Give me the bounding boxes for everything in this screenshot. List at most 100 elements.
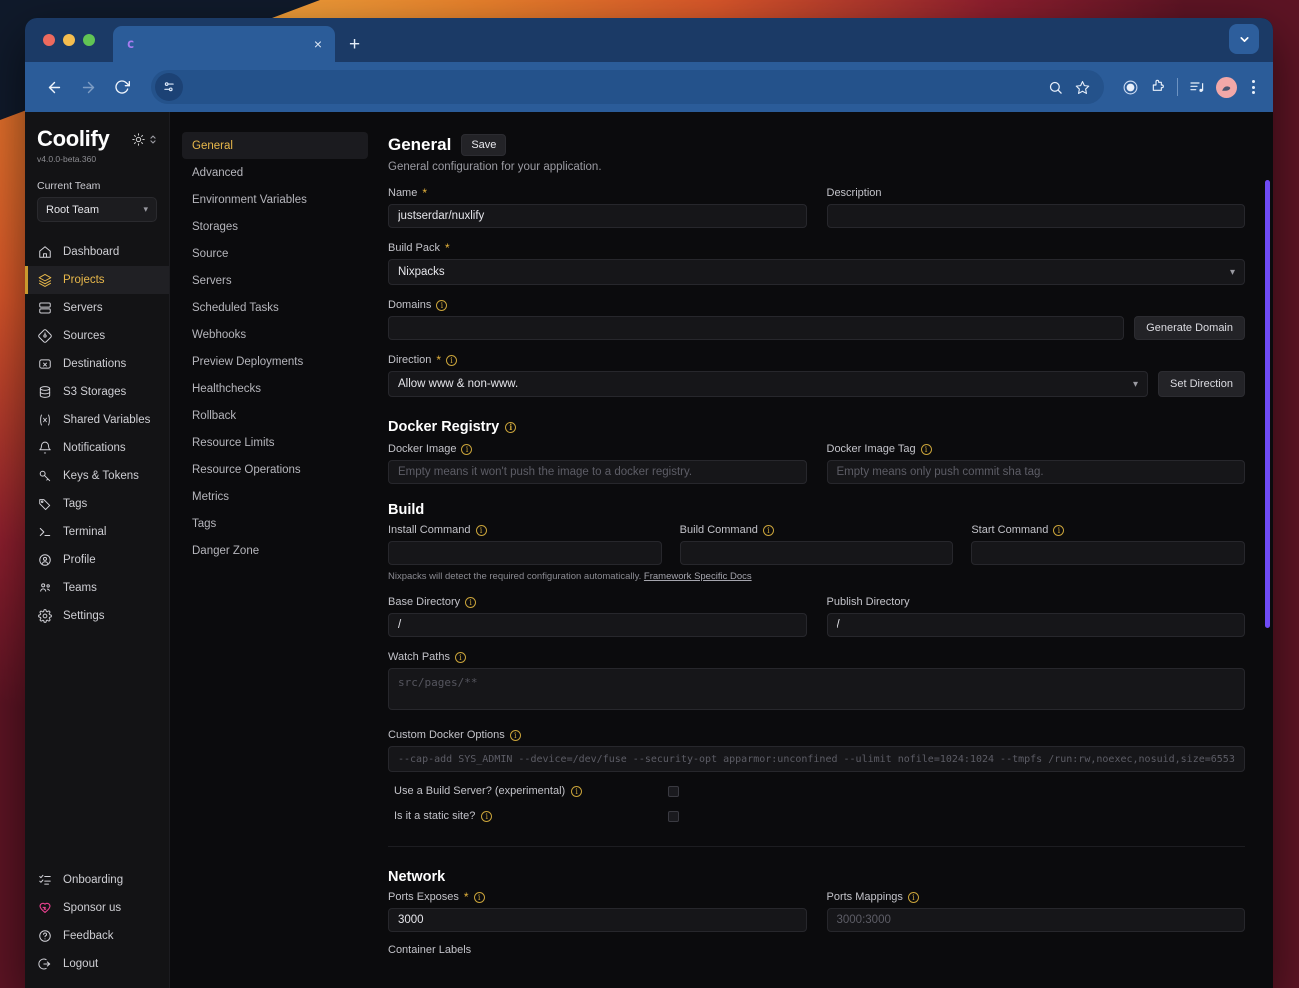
- info-icon[interactable]: i: [509, 729, 521, 741]
- maximize-window-button[interactable]: [83, 34, 95, 46]
- submenu-item-servers[interactable]: Servers: [182, 267, 368, 294]
- page-scrollbar-thumb[interactable]: [1265, 180, 1270, 628]
- sidebar-item-projects[interactable]: Projects: [25, 266, 169, 294]
- sidebar-item-feedback[interactable]: Feedback: [25, 922, 169, 950]
- framework-docs-link[interactable]: Framework Specific Docs: [644, 571, 752, 582]
- set-direction-button[interactable]: Set Direction: [1158, 371, 1245, 397]
- submenu-item-webhooks[interactable]: Webhooks: [182, 321, 368, 348]
- info-icon[interactable]: i: [465, 596, 477, 608]
- sidebar-item-teams[interactable]: Teams: [25, 574, 169, 602]
- use-build-server-checkbox[interactable]: [668, 785, 679, 797]
- description-input[interactable]: [826, 204, 1245, 228]
- media-control-icon[interactable]: [1189, 79, 1205, 95]
- close-window-button[interactable]: [43, 34, 55, 46]
- sidebar-item-sponsor[interactable]: Sponsor us: [25, 894, 169, 922]
- is-static-site-checkbox[interactable]: [668, 810, 679, 822]
- address-bar[interactable]: [151, 70, 1104, 104]
- sidebar-item-servers[interactable]: Servers: [25, 294, 169, 322]
- base-directory-input[interactable]: [388, 613, 807, 637]
- publish-directory-input[interactable]: [826, 613, 1245, 637]
- site-settings-icon[interactable]: [155, 73, 183, 101]
- reload-icon[interactable]: [107, 72, 137, 102]
- forward-icon[interactable]: [73, 72, 103, 102]
- sidebar-item-dashboard[interactable]: Dashboard: [25, 238, 169, 266]
- submenu-item-scheduled-tasks[interactable]: Scheduled Tasks: [182, 294, 368, 321]
- submenu-item-metrics[interactable]: Metrics: [182, 483, 368, 510]
- info-icon[interactable]: i: [446, 354, 458, 366]
- sidebar-item-s3-storages[interactable]: S3 Storages: [25, 378, 169, 406]
- info-icon[interactable]: i: [907, 891, 919, 903]
- new-tab-button[interactable]: +: [349, 35, 360, 54]
- minimize-window-button[interactable]: [63, 34, 75, 46]
- bookmark-star-icon[interactable]: [1075, 80, 1090, 95]
- ports-mappings-input[interactable]: [826, 908, 1245, 932]
- sidebar-item-destinations[interactable]: Destinations: [25, 350, 169, 378]
- page-scrollbar[interactable]: [1265, 112, 1270, 988]
- sidebar-item-onboarding[interactable]: Onboarding: [25, 866, 169, 894]
- info-icon[interactable]: i: [436, 299, 448, 311]
- sidebar-item-keys-tokens[interactable]: Keys & Tokens: [25, 462, 169, 490]
- submenu-item-resource-limits[interactable]: Resource Limits: [182, 429, 368, 456]
- info-icon[interactable]: i: [1053, 524, 1065, 536]
- kebab-menu-icon[interactable]: [1248, 80, 1259, 94]
- submenu-item-healthchecks[interactable]: Healthchecks: [182, 375, 368, 402]
- submenu-item-tags[interactable]: Tags: [182, 510, 368, 537]
- window-traffic-lights: [39, 18, 101, 62]
- domains-input[interactable]: [388, 316, 1125, 340]
- destination-icon: [37, 356, 53, 372]
- sidebar-item-shared-variables[interactable]: Shared Variables: [25, 406, 169, 434]
- ports-exposes-input[interactable]: [388, 908, 807, 932]
- submenu-item-environment-variables[interactable]: Environment Variables: [182, 186, 368, 213]
- info-icon[interactable]: i: [461, 443, 473, 455]
- browser-tab[interactable]: c ×: [113, 26, 335, 62]
- info-icon[interactable]: i: [475, 524, 487, 536]
- info-icon[interactable]: i: [473, 891, 485, 903]
- name-input[interactable]: [388, 204, 807, 228]
- submenu-item-danger-zone[interactable]: Danger Zone: [182, 537, 368, 564]
- back-icon[interactable]: [39, 72, 69, 102]
- sidebar-item-settings[interactable]: Settings: [25, 602, 169, 630]
- submenu-item-general[interactable]: General: [182, 132, 368, 159]
- save-button[interactable]: Save: [461, 134, 507, 156]
- sidebar-item-tags[interactable]: Tags: [25, 490, 169, 518]
- custom-docker-options-input[interactable]: [388, 746, 1245, 772]
- required-asterisk: *: [444, 241, 450, 255]
- submenu-item-resource-operations[interactable]: Resource Operations: [182, 456, 368, 483]
- address-input[interactable]: [189, 80, 1042, 94]
- install-command-input[interactable]: [388, 541, 662, 565]
- close-icon[interactable]: ×: [311, 35, 325, 53]
- watch-paths-textarea[interactable]: [388, 668, 1245, 710]
- extensions-puzzle-icon[interactable]: [1150, 79, 1166, 95]
- docker-image-input[interactable]: [388, 460, 807, 484]
- submenu-item-preview-deployments[interactable]: Preview Deployments: [182, 348, 368, 375]
- sidebar-item-notifications[interactable]: Notifications: [25, 434, 169, 462]
- submenu-item-rollback[interactable]: Rollback: [182, 402, 368, 429]
- submenu-item-source[interactable]: Source: [182, 240, 368, 267]
- generate-domain-button[interactable]: Generate Domain: [1134, 316, 1245, 340]
- direction-select[interactable]: Allow www & non-www. ▾: [388, 371, 1149, 397]
- submenu-item-advanced[interactable]: Advanced: [182, 159, 368, 186]
- avatar[interactable]: [1216, 76, 1237, 98]
- theme-toggle[interactable]: [132, 132, 157, 146]
- info-icon[interactable]: i: [762, 524, 774, 536]
- info-icon[interactable]: i: [920, 443, 932, 455]
- team-selector[interactable]: Root Team ▾: [37, 197, 157, 222]
- info-icon[interactable]: i: [571, 785, 583, 797]
- info-icon[interactable]: i: [505, 421, 517, 433]
- docker-image-tag-input[interactable]: [826, 460, 1245, 484]
- sidebar-item-label: Teams: [63, 582, 97, 594]
- chevron-down-icon[interactable]: [1229, 24, 1259, 54]
- sidebar-item-profile[interactable]: Profile: [25, 546, 169, 574]
- chrome-profile-icon[interactable]: [1122, 79, 1139, 96]
- is-static-site-row: Is it a static site? i: [388, 810, 1245, 822]
- start-command-input[interactable]: [971, 541, 1246, 565]
- submenu-item-storages[interactable]: Storages: [182, 213, 368, 240]
- sidebar-item-terminal[interactable]: Terminal: [25, 518, 169, 546]
- search-icon[interactable]: [1048, 80, 1063, 95]
- sidebar-item-logout[interactable]: Logout: [25, 950, 169, 978]
- build-pack-select[interactable]: Nixpacks ▾: [388, 259, 1245, 285]
- info-icon[interactable]: i: [481, 810, 493, 822]
- sidebar-item-sources[interactable]: Sources: [25, 322, 169, 350]
- info-icon[interactable]: i: [454, 651, 466, 663]
- build-command-input[interactable]: [679, 541, 954, 565]
